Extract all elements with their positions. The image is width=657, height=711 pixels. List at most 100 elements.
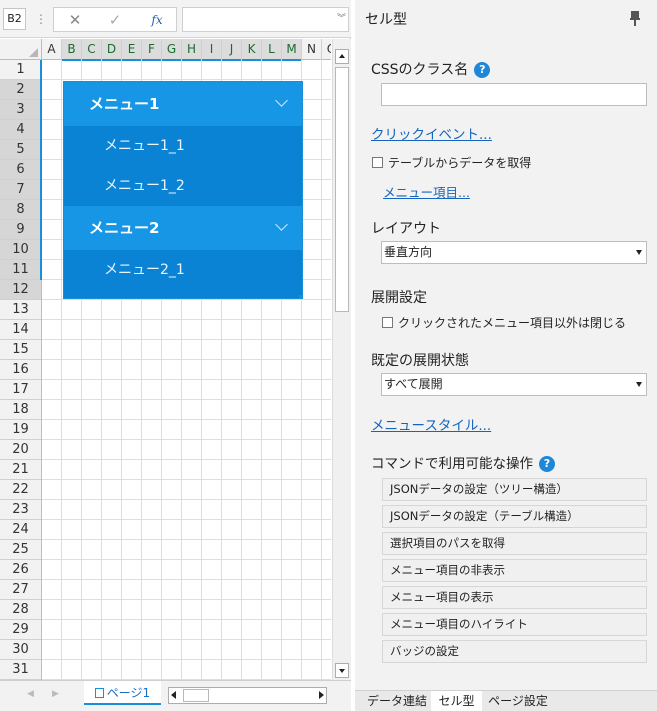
menu-item-1[interactable]: メニュー1	[64, 82, 302, 126]
column-header-c[interactable]: C	[82, 39, 102, 61]
row-header-1[interactable]: 1	[0, 60, 41, 80]
help-icon[interactable]: ?	[539, 456, 555, 472]
row-header-16[interactable]: 16	[0, 360, 41, 380]
row-header-6[interactable]: 6	[0, 160, 41, 180]
horizontal-scroll-thumb[interactable]	[183, 689, 209, 702]
table-data-checkbox[interactable]: テーブルからデータを取得	[372, 154, 531, 171]
row-header-4[interactable]: 4	[0, 120, 41, 140]
menu-style-link[interactable]: メニュースタイル...	[371, 414, 491, 434]
command-button[interactable]: メニュー項目の非表示	[382, 559, 647, 582]
row-header-25[interactable]: 25	[0, 540, 41, 560]
row-header-3[interactable]: 3	[0, 100, 41, 120]
scroll-down-icon[interactable]	[335, 663, 349, 678]
command-button[interactable]: バッジの設定	[382, 640, 647, 663]
chevron-down-icon[interactable]	[275, 218, 288, 231]
click-event-link[interactable]: クリックイベント...	[371, 123, 492, 143]
row-header-28[interactable]: 28	[0, 600, 41, 620]
menu-item-2[interactable]: メニュー2	[64, 206, 302, 250]
row-header-17[interactable]: 17	[0, 380, 41, 400]
scroll-right-icon[interactable]	[319, 691, 324, 699]
menu-item-2-1[interactable]: メニュー2_1	[64, 250, 302, 290]
row-header-5[interactable]: 5	[0, 140, 41, 160]
column-header-e[interactable]: E	[122, 39, 142, 61]
layout-select[interactable]: 垂直方向	[381, 241, 647, 264]
row-header-30[interactable]: 30	[0, 640, 41, 660]
menu-item-1-2[interactable]: メニュー1_2	[64, 166, 302, 206]
row-header-9[interactable]: 9	[0, 220, 41, 240]
command-button[interactable]: メニュー項目のハイライト	[382, 613, 647, 636]
column-header-o[interactable]: O	[322, 39, 331, 60]
tab-cell-type[interactable]: セル型	[431, 691, 482, 711]
cancel-icon[interactable]: ✕	[60, 10, 90, 30]
column-header-m[interactable]: M	[282, 39, 302, 61]
css-class-input[interactable]	[381, 83, 647, 106]
checkbox-box[interactable]	[372, 157, 383, 168]
row-header-27[interactable]: 27	[0, 580, 41, 600]
row-header-21[interactable]: 21	[0, 460, 41, 480]
column-header-h[interactable]: H	[182, 39, 202, 61]
row-header-24[interactable]: 24	[0, 520, 41, 540]
vertical-scrollbar[interactable]	[332, 39, 351, 680]
default-state-select[interactable]: すべて展開	[381, 373, 647, 396]
column-header-a[interactable]: A	[42, 39, 62, 60]
row-header-23[interactable]: 23	[0, 500, 41, 520]
column-header-l[interactable]: L	[262, 39, 282, 61]
column-header-d[interactable]: D	[102, 39, 122, 61]
column-header-i[interactable]: I	[202, 39, 222, 61]
row-header-26[interactable]: 26	[0, 560, 41, 580]
sheet-tab-page1[interactable]: ページ1	[84, 681, 161, 705]
selection-resize-handle[interactable]	[299, 295, 303, 299]
row-header-31[interactable]: 31	[0, 660, 41, 680]
column-header-b[interactable]: B	[62, 39, 82, 61]
tab-data-binding[interactable]: データ連結	[363, 691, 431, 711]
row-header-14[interactable]: 14	[0, 320, 41, 340]
row-header-12[interactable]: 12	[0, 280, 41, 300]
menu-cell[interactable]: メニュー1 メニュー1_1 メニュー1_2 メニュー2 メニュー2_1	[63, 81, 303, 299]
row-header-8[interactable]: 8	[0, 200, 41, 220]
row-header-13[interactable]: 13	[0, 300, 41, 320]
column-header: ABCDEFGHIJKLMNO	[0, 39, 331, 61]
row-header-2[interactable]: 2	[0, 80, 41, 100]
horizontal-scrollbar[interactable]	[168, 687, 327, 704]
more-options-icon[interactable]: ⋮	[35, 9, 47, 29]
row-header-19[interactable]: 19	[0, 420, 41, 440]
row-header-10[interactable]: 10	[0, 240, 41, 260]
command-button[interactable]: JSONデータの設定（ツリー構造）	[382, 478, 647, 501]
vertical-scroll-thumb[interactable]	[335, 67, 349, 312]
close-others-checkbox[interactable]: クリックされたメニュー項目以外は閉じる	[382, 314, 626, 331]
column-header-f[interactable]: F	[142, 39, 162, 61]
row-header-7[interactable]: 7	[0, 180, 41, 200]
select-all-corner[interactable]	[0, 39, 42, 60]
command-button[interactable]: メニュー項目の表示	[382, 586, 647, 609]
confirm-icon[interactable]: ✓	[100, 10, 130, 30]
column-header-g[interactable]: G	[162, 39, 182, 61]
previous-sheet-icon[interactable]: ◀	[27, 689, 34, 699]
dropdown-arrow-icon[interactable]	[636, 382, 642, 387]
expand-formula-icon[interactable]: ︾	[337, 11, 346, 24]
command-button[interactable]: JSONデータの設定（テーブル構造）	[382, 505, 647, 528]
column-header-k[interactable]: K	[242, 39, 262, 61]
row-header-15[interactable]: 15	[0, 340, 41, 360]
scroll-left-icon[interactable]	[171, 691, 176, 699]
pin-icon[interactable]	[630, 11, 640, 27]
menu-item-1-1[interactable]: メニュー1_1	[64, 126, 302, 166]
row-header-22[interactable]: 22	[0, 480, 41, 500]
insert-function-icon[interactable]: fx	[142, 10, 172, 30]
next-sheet-icon[interactable]: ▶	[52, 689, 59, 699]
scroll-up-icon[interactable]	[335, 49, 349, 64]
column-header-j[interactable]: J	[222, 39, 242, 61]
menu-items-link[interactable]: メニュー項目...	[383, 182, 470, 201]
dropdown-arrow-icon[interactable]	[636, 250, 642, 255]
tab-page-settings[interactable]: ページ設定	[484, 691, 552, 711]
row-header-29[interactable]: 29	[0, 620, 41, 640]
formula-input[interactable]: ︾	[182, 7, 349, 32]
column-header-n[interactable]: N	[302, 39, 322, 60]
command-button[interactable]: 選択項目のパスを取得	[382, 532, 647, 555]
row-header-20[interactable]: 20	[0, 440, 41, 460]
chevron-down-icon[interactable]	[275, 94, 288, 107]
name-box[interactable]: B2	[3, 8, 26, 30]
row-header-11[interactable]: 11	[0, 260, 41, 280]
help-icon[interactable]: ?	[474, 62, 491, 78]
row-header-18[interactable]: 18	[0, 400, 41, 420]
checkbox-box[interactable]	[382, 317, 393, 328]
